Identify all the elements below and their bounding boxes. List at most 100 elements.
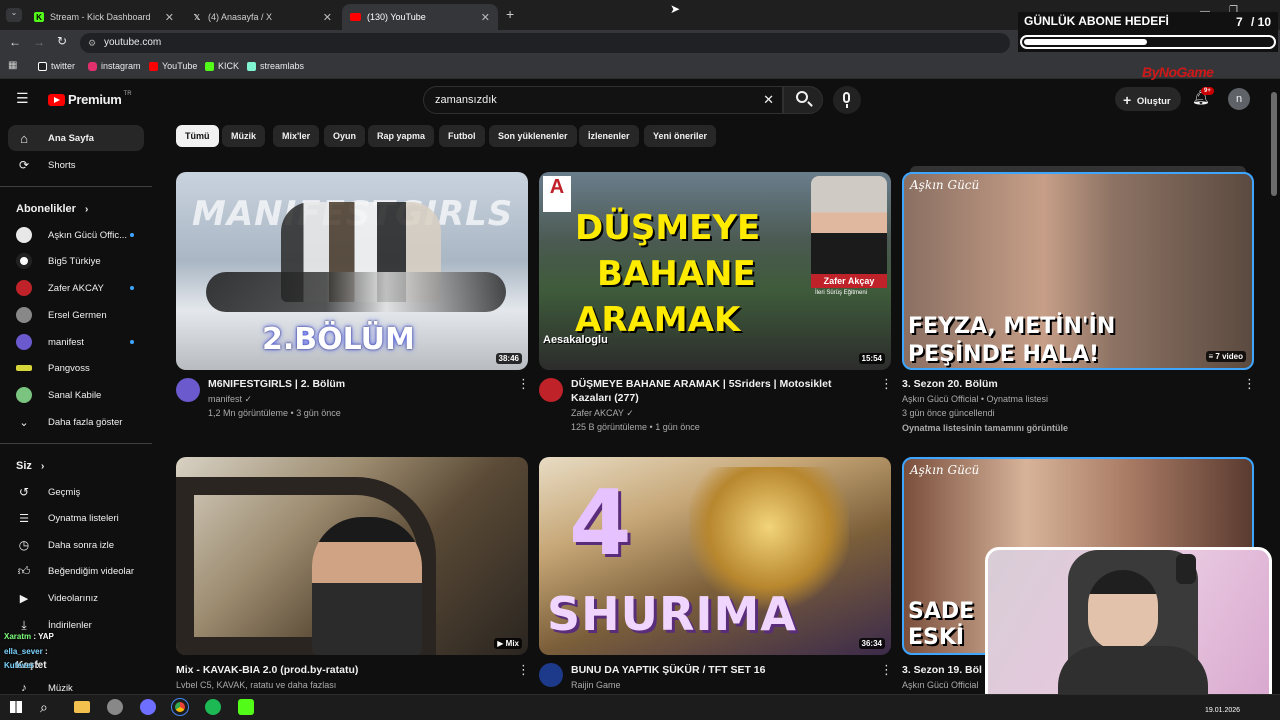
sidebar-subscription[interactable]: Sanal Kabile xyxy=(8,382,144,408)
sidebar-item-watch-later[interactable]: ◷ Daha sonra izle xyxy=(8,532,144,558)
windows-start-icon[interactable] xyxy=(10,701,22,713)
thumbnail-number: 4 xyxy=(569,471,632,576)
more-options-icon[interactable]: ⋮ xyxy=(517,662,530,678)
forward-icon[interactable]: → xyxy=(33,35,45,49)
video-title[interactable]: DÜŞMEYE BAHANE ARAMAK | 5Sriders | Motos… xyxy=(571,377,871,405)
app-icon[interactable] xyxy=(140,699,156,715)
thumbnail-headline: DÜŞMEYE xyxy=(575,208,761,248)
video-channel[interactable]: Raijin Game xyxy=(571,678,621,693)
playlist-thumbnail[interactable]: Aşkın Gücü FEYZA, METİN'İN PEŞİNDE HALA!… xyxy=(902,172,1254,370)
tab-x[interactable]: 𝕏 (4) Anasayfa / X ✕ xyxy=(184,4,340,30)
url-field[interactable]: ⚙ youtube.com xyxy=(80,33,1010,53)
sidebar-item-shorts[interactable]: ⟳ Shorts xyxy=(8,152,144,178)
sidebar-subscription[interactable]: Aşkın Gücü Offic... xyxy=(8,222,144,248)
chip-gaming[interactable]: Oyun xyxy=(324,125,366,147)
bookmark-streamlabs[interactable]: streamlabs xyxy=(247,61,304,71)
chip-all[interactable]: Tümü xyxy=(176,125,219,147)
voice-search-button[interactable] xyxy=(833,86,861,114)
back-icon[interactable]: ← xyxy=(9,35,21,49)
chip-music[interactable]: Müzik xyxy=(222,125,266,147)
spotify-icon[interactable] xyxy=(205,699,221,715)
search-icon-handle xyxy=(807,101,813,107)
more-options-icon[interactable]: ⋮ xyxy=(880,376,893,392)
account-avatar[interactable]: n xyxy=(1228,88,1250,110)
more-options-icon[interactable]: ⋮ xyxy=(517,376,530,392)
thumbnail-akademi-logo: A xyxy=(543,176,571,212)
video-channel[interactable]: Aşkın Gücü Official xyxy=(902,678,982,693)
page-scrollbar[interactable] xyxy=(1271,92,1277,196)
tab-kick-dashboard[interactable]: K Stream - Kick Dashboard ✕ xyxy=(26,4,182,30)
app-icon[interactable] xyxy=(107,699,123,715)
view-full-playlist-link[interactable]: Oynatma listesinin tamamını görüntüle xyxy=(902,421,1068,436)
search-button[interactable] xyxy=(783,86,823,114)
thumbnail-headline: SHURIMA xyxy=(547,587,797,641)
video-title[interactable]: Mix - KAVAK-BIA 2.0 (prod.by-ratatu) xyxy=(176,663,496,677)
video-title[interactable]: M6NIFESTGIRLS | 2. Bölüm xyxy=(208,377,508,391)
sidebar-item-history[interactable]: ↺ Geçmiş xyxy=(8,479,144,505)
sidebar-item-playlists[interactable]: ☰ Oynatma listeleri xyxy=(8,505,144,531)
bookmark-kick[interactable]: KICK xyxy=(205,61,239,71)
subscriptions-heading[interactable]: Abonelikler › xyxy=(16,203,88,215)
more-options-icon[interactable]: ⋮ xyxy=(880,662,893,678)
you-heading[interactable]: Siz › xyxy=(16,460,44,472)
bookmark-twitter[interactable]: twitter xyxy=(38,61,75,71)
apps-icon[interactable]: ▦ xyxy=(8,60,17,71)
site-info-icon[interactable]: ⚙ xyxy=(88,33,96,53)
taskbar-search-icon[interactable]: ⌕ xyxy=(40,699,48,716)
channel-avatar[interactable] xyxy=(176,378,200,402)
thumbnail-presenter xyxy=(811,176,887,280)
youtube-logo[interactable]: Premium TR xyxy=(48,91,132,107)
close-tab-icon[interactable]: ✕ xyxy=(323,11,332,24)
video-channel[interactable]: Aşkın Gücü Official • Oynatma listesi xyxy=(902,392,1048,407)
close-tab-icon[interactable]: ✕ xyxy=(165,11,174,24)
app-icon[interactable] xyxy=(238,699,254,715)
reload-icon[interactable]: ↻ xyxy=(57,34,67,48)
video-thumbnail[interactable]: A DÜŞMEYE BAHANE ARAMAK Zafer Akçay İler… xyxy=(539,172,891,370)
create-button[interactable]: + Oluştur xyxy=(1115,87,1181,111)
clear-search-icon[interactable]: ✕ xyxy=(763,87,774,113)
sidebar-subscription[interactable]: Pangvoss xyxy=(8,355,144,381)
video-channel[interactable]: manifest ✓ xyxy=(208,392,252,407)
tab-list-icon[interactable]: ⌄ xyxy=(6,8,22,22)
channel-avatar[interactable] xyxy=(539,378,563,402)
sidebar-subscription[interactable]: manifest xyxy=(8,329,144,355)
tab-youtube[interactable]: (130) YouTube ✕ xyxy=(342,4,498,30)
chip-watched[interactable]: İzlenenler xyxy=(579,125,639,147)
sidebar-subscription[interactable]: Ersel Germen xyxy=(8,302,144,328)
video-thumbnail[interactable]: ▶︎ Mix xyxy=(176,457,528,655)
close-tab-icon[interactable]: ✕ xyxy=(481,11,490,24)
chip-recently-uploaded[interactable]: Son yüklenenler xyxy=(489,125,577,147)
chat-user: Xaratm xyxy=(4,632,32,641)
avatar-letter: n xyxy=(1235,93,1243,105)
show-more-button[interactable]: ⌄ Daha fazla göster xyxy=(8,409,144,435)
video-channel[interactable]: Zafer AKCAY ✓ xyxy=(571,406,634,421)
chip-new-to-you[interactable]: Yeni öneriler xyxy=(644,125,717,147)
search-input[interactable]: zamansızdık ✕ xyxy=(423,86,783,114)
video-title[interactable]: 3. Sezon 20. Bölüm xyxy=(902,377,1222,391)
bookmark-instagram[interactable]: instagram xyxy=(88,61,141,71)
sidebar-item-your-videos[interactable]: ▶ Videolarınız xyxy=(8,585,144,611)
video-thumbnail[interactable]: 4 SHURIMA 36:34 xyxy=(539,457,891,655)
sidebar-subscription[interactable]: Big5 Türkiye xyxy=(8,248,144,274)
video-channel[interactable]: Lvbel C5, KAVAK, ratatu ve daha fazlası xyxy=(176,678,336,693)
bookmark-label: instagram xyxy=(101,61,141,71)
video-title[interactable]: BUNU DA YAPTIK ŞÜKÜR / TFT SET 16 xyxy=(571,663,871,677)
video-title[interactable]: 3. Sezon 19. Bölüm xyxy=(902,663,982,677)
chrome-icon[interactable] xyxy=(171,698,189,716)
new-tab-button[interactable]: + xyxy=(506,6,514,22)
video-thumbnail[interactable]: MANIFESTGIRLS 2.BÖLÜM 38:46 xyxy=(176,172,528,370)
microphone-icon xyxy=(843,92,850,103)
sidebar-subscription[interactable]: Zafer AKCAY xyxy=(8,275,144,301)
notifications-button[interactable]: 🔔︎ 9+ xyxy=(1192,87,1214,109)
sidebar-item-liked-videos[interactable]: 👍︎ Beğendiğim videolar xyxy=(8,558,144,584)
sidebar-item-home[interactable]: ⌂ Ana Sayfa xyxy=(8,125,144,151)
file-explorer-icon[interactable] xyxy=(74,701,90,713)
chip-mixes[interactable]: Mix'ler xyxy=(273,125,320,147)
channel-avatar[interactable] xyxy=(539,663,563,687)
chip-rap[interactable]: Rap yapma xyxy=(368,125,435,147)
chip-football[interactable]: Futbol xyxy=(439,125,485,147)
hamburger-menu-icon[interactable]: ☰ xyxy=(16,90,29,107)
bookmark-youtube[interactable]: YouTube xyxy=(149,61,197,71)
more-options-icon[interactable]: ⋮ xyxy=(1243,376,1256,392)
video-duration: 36:34 xyxy=(858,638,885,649)
